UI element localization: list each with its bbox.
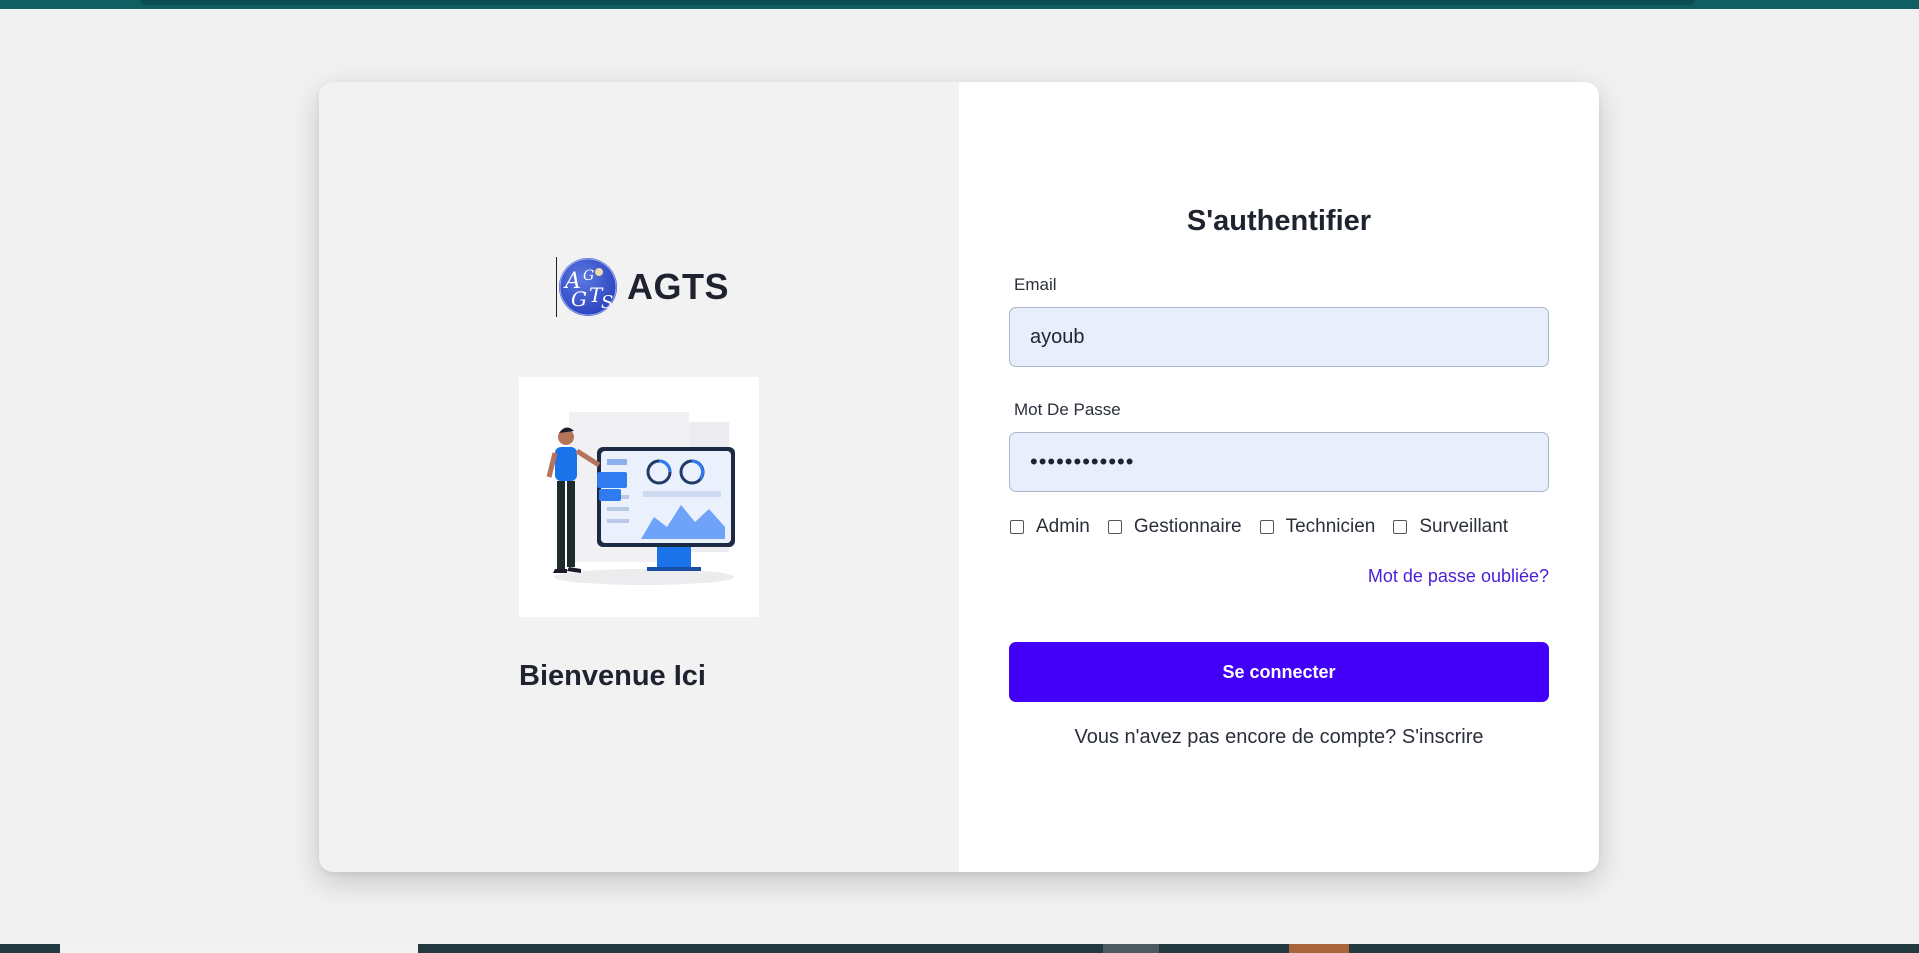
role-checkboxes: Admin Gestionnaire Technicien Surveillan… [1010, 516, 1526, 538]
taskbar [0, 944, 1919, 953]
email-field[interactable]: ayoub [1009, 307, 1549, 367]
dashboard-illustration-icon [546, 412, 735, 585]
svg-text:S: S [601, 292, 613, 313]
welcome-panel: A G G T S AGTS Bienvenue Ici [319, 82, 959, 872]
top-accent-bar-inner [140, 0, 1695, 5]
role-surveillant[interactable]: Surveillant [1393, 516, 1508, 538]
taskbar-app[interactable] [1103, 944, 1159, 953]
password-field[interactable]: •••••••••••• [1009, 432, 1549, 492]
password-value: •••••••••••• [1030, 449, 1135, 474]
role-label: Technicien [1285, 516, 1376, 537]
email-label: Email [1014, 275, 1057, 294]
role-gestionnaire[interactable]: Gestionnaire [1107, 516, 1242, 538]
brand: A G G T S AGTS [556, 256, 729, 318]
role-technicien[interactable]: Technicien [1259, 516, 1376, 538]
admin-checkbox[interactable] [1010, 520, 1024, 534]
email-value: ayoub [1030, 325, 1085, 348]
signup-prompt[interactable]: Vous n'avez pas encore de compte? S'insc… [959, 726, 1599, 749]
role-label: Surveillant [1419, 516, 1509, 537]
forgot-password-link[interactable]: Mot de passe oubliée? [1368, 566, 1549, 587]
brand-divider [556, 257, 557, 317]
dashboard-presenter-illustration [519, 377, 759, 617]
surveillant-checkbox[interactable] [1393, 520, 1408, 534]
password-label: Mot De Passe [1014, 400, 1121, 419]
auth-title: S'authentifier [1186, 205, 1372, 237]
agts-globe-logo-icon: A G G T S [559, 258, 617, 316]
welcome-title: Bienvenue Ici [519, 660, 706, 692]
top-accent-bar [0, 0, 1919, 9]
brand-name: AGTS [627, 266, 730, 307]
technicien-checkbox[interactable] [1259, 520, 1274, 534]
svg-text:G: G [571, 287, 587, 311]
role-admin[interactable]: Admin [1010, 516, 1090, 538]
role-label: Gestionnaire [1133, 516, 1242, 537]
login-button[interactable]: Se connecter [1009, 642, 1549, 702]
svg-text:G: G [583, 268, 594, 284]
gestionnaire-checkbox[interactable] [1107, 520, 1122, 534]
taskbar-search[interactable] [60, 944, 418, 953]
taskbar-app[interactable] [1289, 944, 1349, 953]
agts-logo-icon: A G G T S [559, 258, 617, 316]
auth-panel: S'authentifier Email ayoub Mot De Passe … [959, 82, 1599, 872]
login-card: A G G T S AGTS Bienvenue Ici S'authentif… [319, 82, 1599, 872]
role-label: Admin [1036, 516, 1090, 537]
